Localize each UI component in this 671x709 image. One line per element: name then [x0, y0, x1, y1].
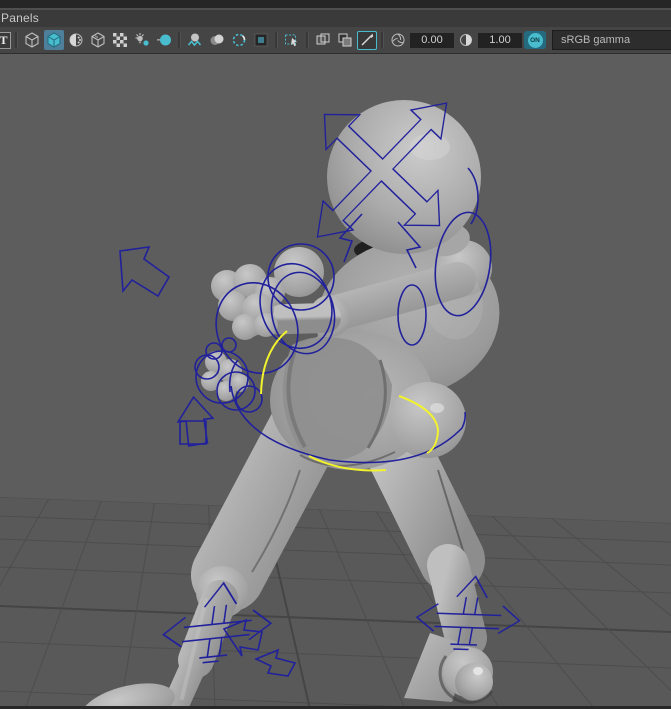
grease-pencil-icon[interactable]: [357, 30, 377, 50]
panels-menu[interactable]: Panels: [0, 10, 39, 27]
panel-menu-bar: Panels: [0, 10, 671, 27]
toolbar-separator: [275, 32, 278, 48]
view-transform-value: sRGB gamma: [561, 34, 631, 46]
xray-icon[interactable]: [313, 30, 333, 50]
viewport-3d[interactable]: [0, 54, 671, 709]
viewport-toolbar: T 0.00 1.00 ON sRGB gamma: [0, 27, 671, 54]
tear-off-copy-icon[interactable]: T: [0, 31, 11, 49]
toolbar-separator: [381, 32, 384, 48]
on-badge: ON: [527, 32, 543, 48]
shadows-icon[interactable]: [185, 30, 205, 50]
gamma-input[interactable]: [478, 32, 522, 48]
lighting-icon[interactable]: [132, 30, 152, 50]
toolbar-separator: [178, 32, 181, 48]
wireframe-on-shaded-icon[interactable]: [110, 30, 130, 50]
view-transform-toggle[interactable]: ON: [524, 31, 546, 49]
wireframe-mode-icon[interactable]: [22, 30, 42, 50]
toolbar-separator: [306, 32, 309, 48]
toolbar-separator: [15, 32, 18, 48]
view-transform-dropdown[interactable]: sRGB gamma: [552, 30, 671, 50]
xray-active-components-icon[interactable]: [335, 30, 355, 50]
motion-blur-icon[interactable]: [229, 30, 249, 50]
use-default-material-icon[interactable]: [66, 30, 86, 50]
contrast-icon[interactable]: [456, 30, 476, 50]
exposure-icon[interactable]: [388, 30, 408, 50]
isolate-select-icon[interactable]: [282, 30, 302, 50]
anti-aliasing-icon[interactable]: [251, 30, 271, 50]
window-top-strip: [0, 0, 671, 8]
textured-mode-icon[interactable]: [88, 30, 108, 50]
exposure-input[interactable]: [410, 32, 454, 48]
smooth-shade-all-icon[interactable]: [44, 30, 64, 50]
default-light-icon[interactable]: [154, 30, 174, 50]
screen-space-ao-icon[interactable]: [207, 30, 227, 50]
